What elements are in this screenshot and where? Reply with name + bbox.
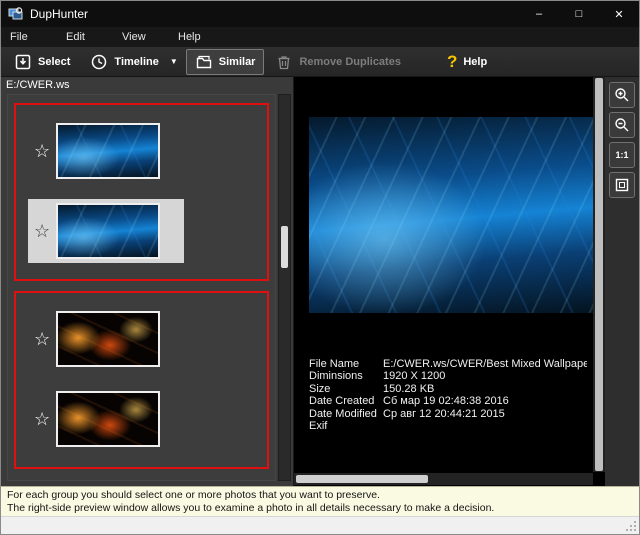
groups-scrollbar[interactable] [278,94,291,481]
select-label: Select [38,56,70,68]
info-value [383,420,587,432]
one-to-one-icon: 1:1 [615,150,628,160]
info-label: Size [309,383,383,395]
duplicate-groups-panel: E:/CWER.ws ☆ ☆ ☆ [1,77,293,486]
photo-thumbnail[interactable] [56,311,160,367]
groups-list: ☆ ☆ ☆ ☆ [7,94,276,481]
zoom-actual-size-button[interactable]: 1:1 [609,142,635,168]
photo-thumbnail[interactable] [56,203,160,259]
fit-to-window-icon [614,177,630,193]
select-icon [14,53,32,71]
remove-duplicates-label: Remove Duplicates [299,56,400,68]
preview-horizontal-scrollbar[interactable] [294,473,593,485]
timeline-button[interactable]: Timeline [81,49,167,75]
zoom-toolbar: 1:1 [605,77,639,486]
preview-image[interactable] [309,117,597,313]
clock-icon [90,53,108,71]
info-value: E:/CWER.ws/CWER/Best Mixed Wallpapers Pa… [383,358,587,370]
photo-item[interactable]: ☆ [28,307,184,371]
timeline-dropdown-arrow[interactable]: ▼ [170,49,184,75]
titlebar: DupHunter – □ ✕ [1,1,639,27]
main-toolbar: Select Timeline ▼ Similar Remove Duplica… [1,47,639,77]
help-label: Help [463,56,487,68]
star-icon[interactable]: ☆ [34,410,56,428]
info-label: Date Modified [309,408,383,420]
close-button[interactable]: ✕ [599,1,639,27]
scrollbar-thumb[interactable] [281,226,288,268]
duplicate-group-2: ☆ ☆ [14,291,269,469]
photo-item-selected[interactable]: ☆ [28,199,184,263]
window-title: DupHunter [30,7,88,21]
info-value: 1920 X 1200 [383,370,587,382]
minimize-button[interactable]: – [519,1,559,27]
timeline-label: Timeline [114,56,158,68]
photo-thumbnail[interactable] [56,123,160,179]
photo-item[interactable]: ☆ [28,387,184,451]
folder-icon [195,53,213,71]
star-icon[interactable]: ☆ [34,142,56,160]
info-value: 150.28 KB [383,383,587,395]
help-icon: ? [447,53,457,70]
info-value: Сб мар 19 02:48:38 2016 [383,395,587,407]
resize-grip[interactable] [624,519,637,532]
preview-vertical-scrollbar[interactable] [593,77,605,472]
star-icon[interactable]: ☆ [34,330,56,348]
info-label: File Name [309,358,383,370]
status-bar: For each group you should select one or … [1,486,639,516]
preview-panel: File NameE:/CWER.ws/CWER/Best Mixed Wall… [293,77,605,486]
main-area: E:/CWER.ws ☆ ☆ ☆ [1,77,639,486]
scrollbar-thumb[interactable] [296,475,428,483]
zoom-in-icon [614,87,630,103]
window-controls: – □ ✕ [519,1,639,27]
menu-view[interactable]: View [113,31,169,43]
menubar: File Edit View Help [1,27,639,47]
status-line-1: For each group you should select one or … [7,489,633,502]
app-icon [8,6,24,22]
remove-duplicates-button[interactable]: Remove Duplicates [266,49,409,75]
menu-edit[interactable]: Edit [57,31,113,43]
zoom-out-button[interactable] [609,112,635,138]
zoom-fit-button[interactable] [609,172,635,198]
scrollbar-thumb[interactable] [595,78,603,471]
select-button[interactable]: Select [5,49,79,75]
star-icon[interactable]: ☆ [34,222,56,240]
trash-icon [275,53,293,71]
app-window: DupHunter – □ ✕ File Edit View Help Sele… [0,0,640,535]
info-label: Date Created [309,395,383,407]
window-bottom-edge [1,516,639,534]
folder-path: E:/CWER.ws [6,79,293,93]
file-info: File NameE:/CWER.ws/CWER/Best Mixed Wall… [309,358,587,432]
info-value: Ср авг 12 20:44:21 2015 [383,408,587,420]
info-label: Exif [309,420,383,432]
info-label: Diminsions [309,370,383,382]
help-button[interactable]: ? Help [438,49,496,75]
menu-help[interactable]: Help [169,31,225,43]
similar-button[interactable]: Similar [186,49,265,75]
zoom-out-icon [614,117,630,133]
menu-file[interactable]: File [1,31,57,43]
status-line-2: The right-side preview window allows you… [7,502,633,515]
maximize-button[interactable]: □ [559,1,599,27]
photo-item[interactable]: ☆ [28,119,184,183]
similar-label: Similar [219,56,256,68]
photo-thumbnail[interactable] [56,391,160,447]
zoom-in-button[interactable] [609,82,635,108]
duplicate-group-1: ☆ ☆ [14,103,269,281]
